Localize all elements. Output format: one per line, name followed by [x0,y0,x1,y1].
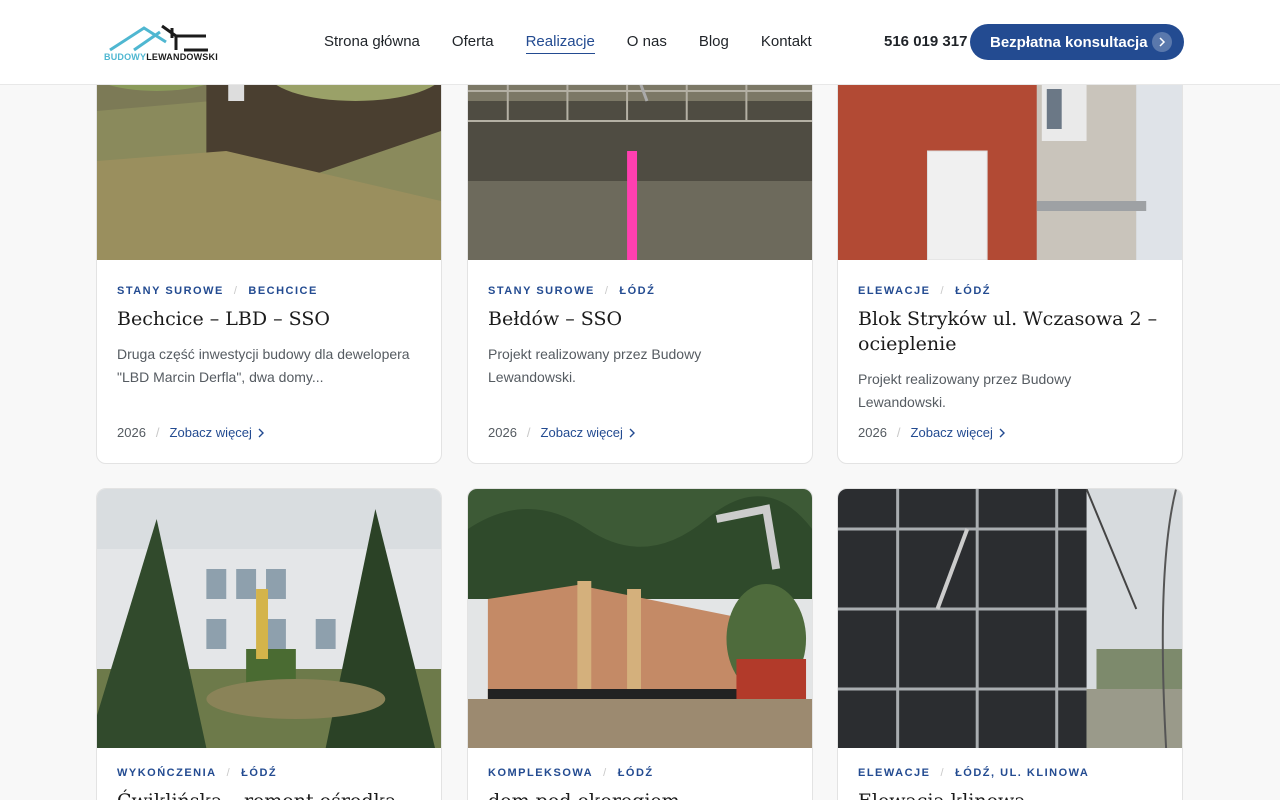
card-meta: Wykończenia / Łódź [117,767,278,779]
logo[interactable]: BUDOWYLEWANDOWSKI [104,22,230,62]
project-card[interactable]: Elewacje/Łódź, ul. Klinowa Elewacja klin… [837,488,1183,800]
site-header: BUDOWYLEWANDOWSKI Strona główna Oferta R… [0,0,1280,85]
card-year: 2026 [488,425,517,440]
project-photo-brick-walls[interactable] [468,489,812,748]
card-category[interactable]: Elewacje [858,767,931,779]
nav-blog[interactable]: Blog [699,33,729,54]
card-description: Projekt realizowany przez Budowy Lewando… [858,371,1072,410]
logo-wordmark: BUDOWYLEWANDOWSKI [104,52,218,62]
card-location[interactable]: Łódź [619,285,655,297]
nav-about[interactable]: O nas [627,33,667,54]
chevron-right-icon [629,428,635,437]
chevron-right-icon [1152,32,1172,52]
card-location[interactable]: Łódź [241,767,277,779]
consultation-button-label: Bezpłatna konsultacja [990,33,1148,51]
nav-offer[interactable]: Oferta [452,33,494,54]
card-location[interactable]: Łódź [618,767,654,779]
card-year: 2026 [858,425,887,440]
card-title[interactable]: Bechcice – LBD – SSO [117,307,421,332]
card-meta: Elewacje / Łódź [858,285,992,297]
see-more-link[interactable]: Zobacz więcej [911,425,1005,440]
card-location[interactable]: Łódź, ul. Klinowa [955,767,1089,779]
card-category[interactable]: Wykończenia [117,767,217,779]
chevron-right-icon [258,428,264,437]
nav-home[interactable]: Strona główna [324,33,420,54]
card-title[interactable]: Bełdów – SSO [488,307,792,332]
see-more-link[interactable]: Zobacz więcej [170,425,264,440]
card-footer: 2026/ Zobacz więcej [117,425,264,440]
card-location[interactable]: Bechcice [248,285,317,297]
card-year: 2026 [117,425,146,440]
card-category[interactable]: Elewacje [858,285,931,297]
house-logo-icon [109,24,208,52]
card-footer: 2026/ Zobacz więcej [488,425,635,440]
card-location[interactable]: Łódź [955,285,991,297]
nav-projects[interactable]: Realizacje [525,33,595,54]
project-photo-school[interactable] [97,489,441,748]
main-nav: Strona główna Oferta Realizacje O nas Bl… [324,33,812,54]
card-meta: Stany surowe / Bechcice [117,285,318,297]
nav-contact[interactable]: Kontakt [761,33,812,54]
card-footer: 2026/ Zobacz więcej [858,425,1005,440]
card-category[interactable]: Kompleksowa [488,767,593,779]
project-photo-scaffolding[interactable] [838,489,1182,748]
project-card[interactable]: Kompleksowa/Łódź dom pod okoregiem [467,488,813,800]
chevron-right-icon [999,428,1005,437]
card-description: Projekt realizowany przez Budowy Lewando… [488,346,702,385]
card-title[interactable]: Elewacja klinowa [858,789,1162,800]
card-title[interactable]: dom pod okoregiem [488,789,792,800]
card-meta: Stany surowe / Łódź [488,285,656,297]
card-title[interactable]: Blok Stryków ul. Wczasowa 2 – ocieplenie [858,307,1162,357]
card-title[interactable]: Ćwiklińska – remont ośrodka [117,789,421,800]
card-description: Druga część inwestycji budowy dla dewelo… [117,346,410,385]
project-card[interactable]: Wykończenia/Łódź Ćwiklińska – remont ośr… [96,488,442,800]
card-category[interactable]: Stany surowe [488,285,595,297]
see-more-link[interactable]: Zobacz więcej [541,425,635,440]
phone-number[interactable]: 516 019 317 [884,33,967,50]
card-meta: Elewacje / Łódź, ul. Klinowa [858,767,1090,779]
card-category[interactable]: Stany surowe [117,285,224,297]
consultation-button[interactable]: Bezpłatna konsultacja [970,24,1184,60]
card-meta: Kompleksowa / Łódź [488,767,654,779]
